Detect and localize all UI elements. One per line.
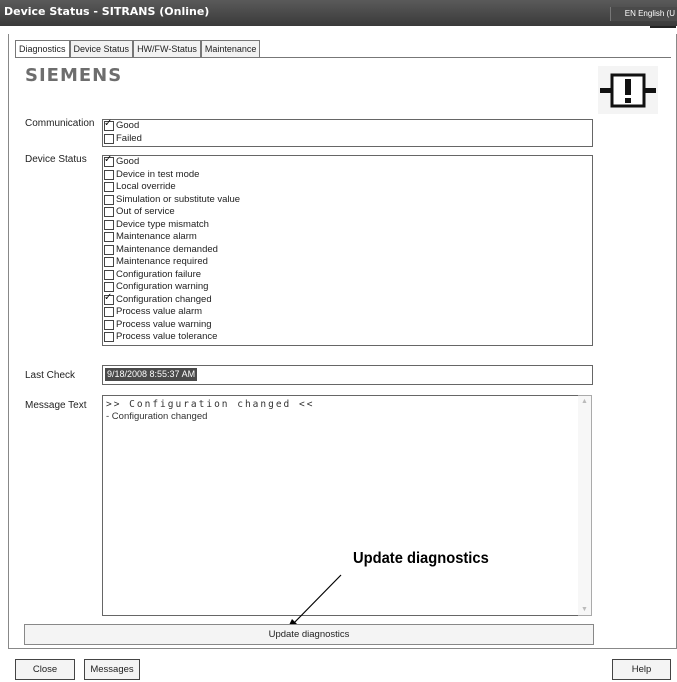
checkbox[interactable] bbox=[104, 169, 114, 180]
device-status-item: Configuration failure bbox=[103, 269, 592, 282]
checkbox[interactable] bbox=[104, 244, 114, 255]
device-status-item-label: Process value tolerance bbox=[116, 331, 218, 343]
checkbox[interactable] bbox=[104, 292, 114, 305]
device-status-item: Process value alarm bbox=[103, 306, 592, 319]
help-button[interactable]: Help bbox=[612, 659, 671, 680]
device-status-item-label: Simulation or substitute value bbox=[116, 193, 241, 205]
message-text-label: Message Text bbox=[25, 400, 87, 411]
device-status-item-label: Process value alarm bbox=[116, 306, 203, 318]
device-status-item-label: Maintenance alarm bbox=[116, 231, 197, 243]
checkbox[interactable] bbox=[104, 307, 114, 318]
message-scrollbar[interactable]: ▲ ▼ bbox=[578, 395, 592, 616]
communication-failed-label: Failed bbox=[116, 132, 142, 144]
checkbox[interactable] bbox=[104, 154, 114, 168]
communication-good-checkbox[interactable] bbox=[104, 118, 114, 132]
title-bar: Device Status - SITRANS (Online) EN Engl… bbox=[0, 0, 677, 28]
device-status-item: Device in test mode bbox=[103, 169, 592, 182]
communication-label: Communication bbox=[25, 118, 95, 129]
communication-good-row: Good bbox=[103, 118, 592, 133]
tab-hw-fw-status[interactable]: HW/FW-Status bbox=[133, 40, 201, 57]
communication-good-label: Good bbox=[116, 120, 140, 132]
device-status-item-label: Good bbox=[116, 156, 140, 168]
checkbox[interactable] bbox=[104, 219, 114, 230]
device-status-item-label: Local override bbox=[116, 181, 176, 193]
close-button[interactable]: Close bbox=[15, 659, 75, 680]
device-status-box: Good Device in test mode Local override … bbox=[102, 154, 593, 346]
device-status-item: Device type mismatch bbox=[103, 219, 592, 232]
checkbox[interactable] bbox=[104, 182, 114, 193]
checkbox[interactable] bbox=[104, 319, 114, 330]
device-status-item: Process value tolerance bbox=[103, 331, 592, 344]
tab-device-status[interactable]: Device Status bbox=[69, 40, 134, 57]
checkbox[interactable] bbox=[104, 194, 114, 205]
device-status-item-label: Maintenance demanded bbox=[116, 243, 218, 255]
update-diagnostics-callout: Update diagnostics bbox=[353, 550, 489, 567]
checkbox[interactable] bbox=[104, 332, 114, 343]
update-diagnostics-button[interactable]: Update diagnostics bbox=[24, 624, 594, 645]
device-status-item: Configuration warning bbox=[103, 281, 592, 294]
device-status-item-label: Process value warning bbox=[116, 318, 212, 330]
device-status-item: Maintenance required bbox=[103, 256, 592, 269]
checkbox[interactable] bbox=[104, 282, 114, 293]
checkbox[interactable] bbox=[104, 232, 114, 243]
messages-button[interactable]: Messages bbox=[84, 659, 140, 680]
device-status-item-label: Maintenance required bbox=[116, 256, 208, 268]
device-status-item: Maintenance demanded bbox=[103, 244, 592, 257]
tab-maintenance[interactable]: Maintenance bbox=[200, 40, 261, 57]
device-status-item-label: Configuration changed bbox=[116, 293, 212, 305]
tab-diagnostics[interactable]: Diagnostics bbox=[15, 40, 70, 58]
scroll-down-arrow-icon[interactable]: ▼ bbox=[581, 606, 588, 613]
device-status-item: Maintenance alarm bbox=[103, 231, 592, 244]
last-check-value: 9/18/2008 8:55:37 AM bbox=[105, 368, 198, 381]
last-check-label: Last Check bbox=[25, 370, 76, 381]
message-line: - Configuration changed bbox=[106, 411, 208, 422]
communication-box: Good Failed bbox=[102, 118, 593, 147]
communication-failed-checkbox[interactable] bbox=[104, 133, 114, 144]
language-indicator-underline bbox=[650, 26, 676, 28]
checkbox[interactable] bbox=[104, 207, 114, 218]
device-status-item-label: Out of service bbox=[116, 206, 175, 218]
checkbox[interactable] bbox=[104, 269, 114, 280]
tab-strip: Diagnostics Device Status HW/FW-Status M… bbox=[15, 40, 261, 58]
device-status-item: Process value warning bbox=[103, 319, 592, 332]
message-text-area[interactable]: >> Configuration changed << - Configurat… bbox=[102, 395, 580, 616]
device-status-item: Good bbox=[103, 154, 592, 169]
device-status-item-label: Device in test mode bbox=[116, 168, 200, 180]
device-status-item: Local override bbox=[103, 181, 592, 194]
scroll-up-arrow-icon[interactable]: ▲ bbox=[581, 398, 588, 405]
device-status-item-label: Device type mismatch bbox=[116, 218, 209, 230]
device-status-item: Simulation or substitute value bbox=[103, 194, 592, 207]
last-check-field[interactable]: 9/18/2008 8:55:37 AM bbox=[102, 365, 593, 385]
device-status-item-label: Configuration warning bbox=[116, 281, 209, 293]
communication-failed-row: Failed bbox=[103, 133, 592, 146]
device-status-label: Device Status bbox=[25, 154, 87, 165]
device-status-item-label: Configuration failure bbox=[116, 268, 202, 280]
message-line: >> Configuration changed << bbox=[106, 399, 315, 410]
device-status-item: Configuration changed bbox=[103, 292, 592, 307]
checkbox[interactable] bbox=[104, 257, 114, 268]
siemens-logo: SIEMENS bbox=[25, 65, 123, 86]
language-indicator[interactable]: EN English (U bbox=[610, 7, 677, 21]
window-title: Device Status - SITRANS (Online) bbox=[4, 5, 210, 18]
maintenance-warning-icon bbox=[598, 66, 658, 114]
device-status-item: Out of service bbox=[103, 206, 592, 219]
